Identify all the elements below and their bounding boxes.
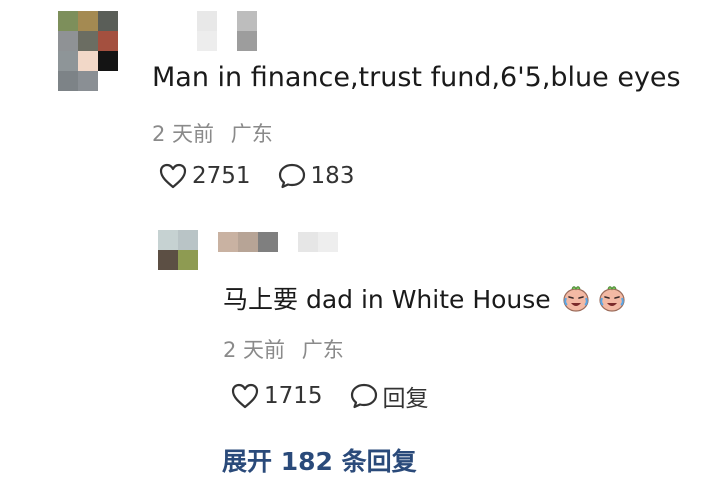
like-count: 2751: [192, 163, 251, 189]
comment-meta: 2 天前 广东: [152, 118, 273, 148]
reply-time: 2 天前: [223, 338, 286, 362]
heart-icon: [159, 163, 187, 189]
chat-bubble-icon: [350, 383, 377, 409]
reply-avatar[interactable]: [158, 230, 198, 270]
reply-reply-button[interactable]: 回复: [349, 379, 429, 413]
reply-label: 回复: [382, 386, 429, 412]
expand-replies-link[interactable]: 展开 182 条回复: [222, 442, 417, 478]
reply-button[interactable]: 183: [277, 162, 355, 190]
reply-count: 183: [310, 163, 355, 189]
reply-text-row: 马上要 dad in White House: [223, 280, 627, 316]
like-button[interactable]: 2751: [158, 162, 251, 190]
username-blurred[interactable]: [177, 11, 257, 51]
comment-actions: 2751 183: [158, 162, 380, 190]
crying-laughing-face-icon: [561, 283, 591, 313]
comment-time: 2 天前: [152, 122, 215, 146]
reply-username-blurred[interactable]: [218, 232, 338, 252]
comment-text: Man in finance,trust fund,6'5,blue eyes: [152, 62, 681, 93]
heart-icon: [231, 383, 259, 409]
reply-text: 马上要 dad in White House: [223, 285, 551, 314]
chat-bubble-icon: [278, 163, 305, 189]
reply-like-count: 1715: [264, 383, 323, 409]
reply-location: 广东: [301, 338, 344, 362]
avatar[interactable]: [58, 11, 118, 91]
reply-actions: 1715 回复: [230, 379, 455, 413]
comment-location: 广东: [230, 122, 273, 146]
crying-laughing-face-icon: [597, 283, 627, 313]
reply-like-button[interactable]: 1715: [230, 382, 323, 410]
comment-thread: Man in finance,trust fund,6'5,blue eyes …: [0, 0, 720, 489]
reply-meta: 2 天前 广东: [223, 334, 344, 364]
